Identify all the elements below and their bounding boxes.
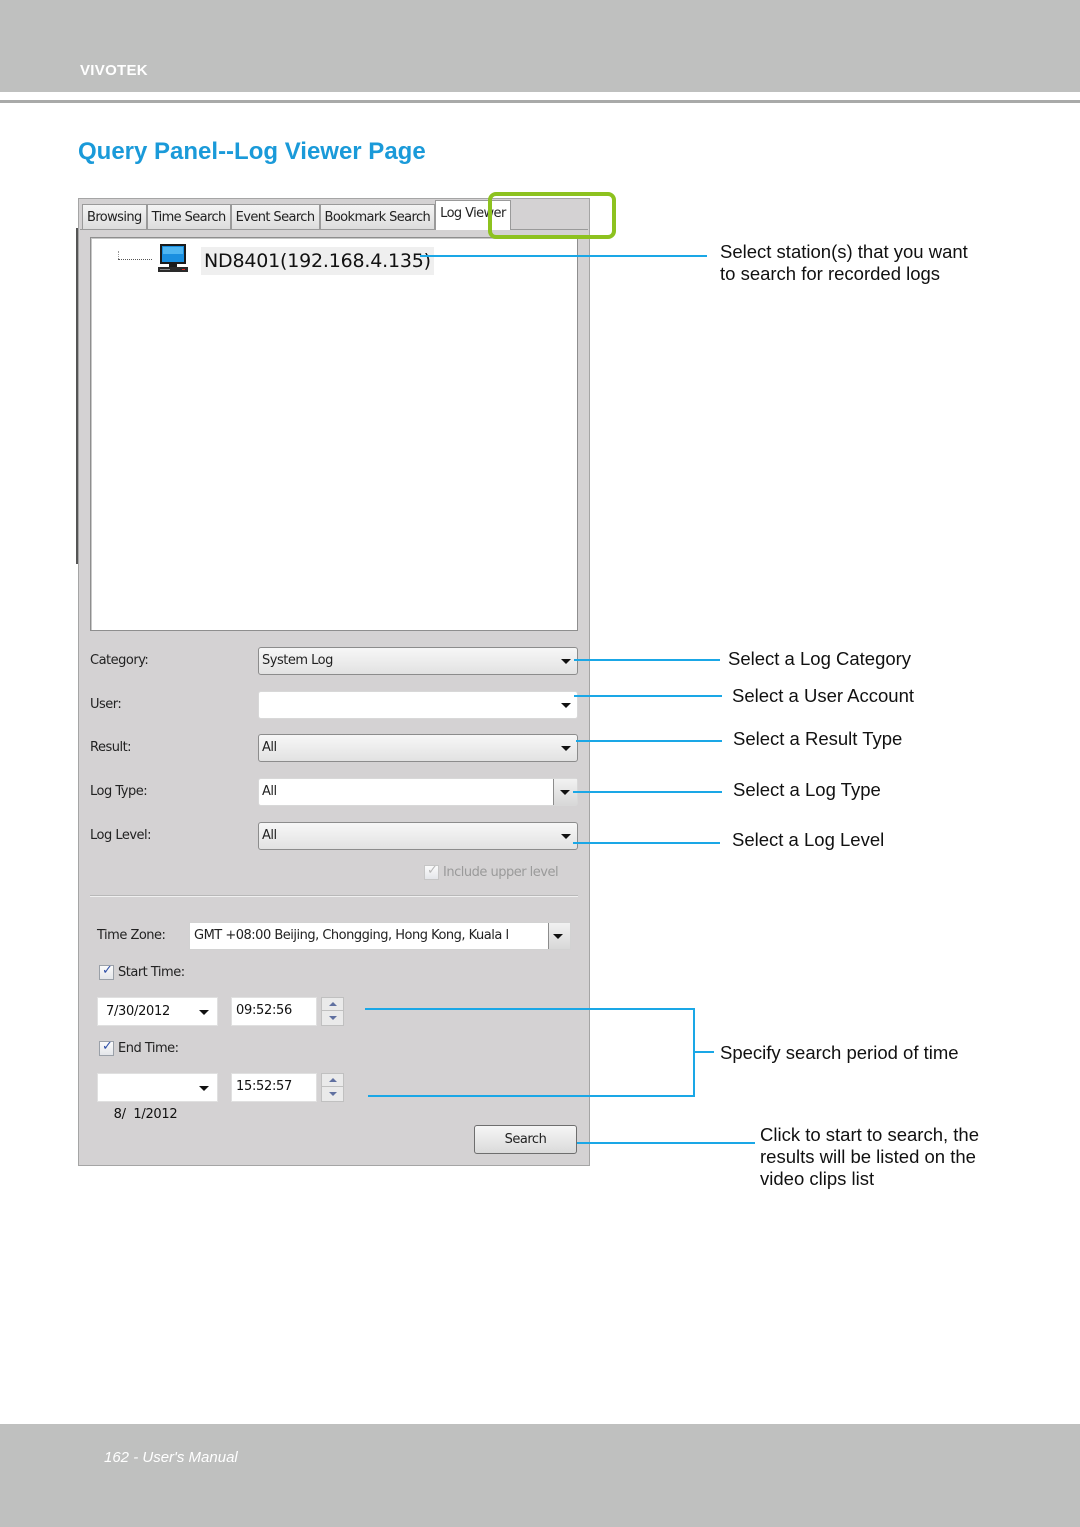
callout-user: Select a User Account bbox=[732, 685, 915, 706]
time-zone-label: Time Zone: bbox=[97, 928, 166, 943]
result-value: All bbox=[262, 740, 277, 755]
callout-line-search bbox=[577, 1142, 755, 1144]
header-divider bbox=[0, 100, 1080, 103]
start-time-checkbox[interactable]: Start Time: bbox=[99, 963, 185, 980]
search-button[interactable]: Search bbox=[474, 1125, 577, 1154]
tab-event-search[interactable]: Event Search bbox=[230, 204, 320, 230]
log-type-select[interactable]: All bbox=[258, 778, 578, 806]
chevron-down-icon bbox=[561, 703, 571, 708]
spin-down-icon[interactable] bbox=[322, 1012, 343, 1025]
section-divider bbox=[90, 895, 578, 897]
start-date-value: 7/30/2012 bbox=[106, 1004, 170, 1019]
callout-line-station bbox=[420, 255, 707, 257]
end-time-checkbox[interactable]: End Time: bbox=[99, 1039, 179, 1056]
time-zone-value: GMT +08:00 Beijing, Chongging, Hong Kong… bbox=[194, 928, 509, 943]
spin-up-icon[interactable] bbox=[322, 1074, 343, 1087]
callout-line-category bbox=[574, 659, 720, 661]
chevron-down-icon bbox=[561, 834, 571, 839]
callout-category: Select a Log Category bbox=[728, 648, 912, 669]
callout-line-start-time bbox=[365, 1008, 695, 1010]
start-time-spinner[interactable] bbox=[321, 997, 344, 1026]
result-label: Result: bbox=[90, 740, 132, 755]
checkbox-icon bbox=[99, 1039, 114, 1056]
callout-line-log-type bbox=[573, 791, 722, 793]
checkbox-icon bbox=[424, 863, 439, 880]
result-select[interactable]: All bbox=[258, 734, 578, 762]
callout-line-end-time bbox=[368, 1095, 695, 1097]
user-select[interactable] bbox=[258, 691, 578, 719]
user-label: User: bbox=[90, 697, 122, 712]
callout-search-line-1: Click to start to search, the bbox=[760, 1124, 980, 1145]
end-date-value: 8/ 1/2012 bbox=[113, 1107, 178, 1122]
start-time-input[interactable]: 09:52:56 bbox=[231, 997, 317, 1026]
chevron-down-icon bbox=[199, 1086, 209, 1091]
chevron-down-icon bbox=[561, 659, 571, 664]
callout-log-type: Select a Log Type bbox=[733, 779, 881, 800]
include-upper-level-label: Include upper level bbox=[443, 865, 559, 880]
monitor-icon[interactable] bbox=[157, 243, 189, 273]
chevron-down-icon bbox=[561, 746, 571, 751]
category-select[interactable]: System Log bbox=[258, 647, 578, 675]
page-title: Query Panel--Log Viewer Page bbox=[78, 138, 426, 165]
brand-logo: VIVOTEK bbox=[80, 62, 148, 79]
log-level-select[interactable]: All bbox=[258, 822, 578, 850]
tab-time-search[interactable]: Time Search bbox=[146, 204, 231, 230]
callout-station-line-2: to search for recorded logs bbox=[720, 263, 941, 284]
log-level-label: Log Level: bbox=[90, 828, 152, 843]
callout-station: Select station(s) that you want to searc… bbox=[720, 241, 968, 285]
checkbox-icon bbox=[99, 963, 114, 980]
callout-line-log-level bbox=[573, 842, 720, 844]
category-label: Category: bbox=[90, 653, 149, 668]
spin-down-icon[interactable] bbox=[322, 1088, 343, 1101]
callout-line-period bbox=[694, 1051, 714, 1053]
station-item[interactable]: ND8401(192.168.4.135) bbox=[201, 247, 434, 275]
page-footer: 162 - User's Manual bbox=[104, 1449, 238, 1466]
chevron-down-icon bbox=[560, 790, 570, 795]
tree-connector bbox=[118, 259, 152, 260]
log-type-label: Log Type: bbox=[90, 784, 148, 799]
dropdown-button[interactable] bbox=[548, 923, 570, 949]
callout-line-user bbox=[574, 695, 722, 697]
end-date-picker[interactable]: 8/ 1/2012 bbox=[97, 1073, 218, 1122]
callout-result: Select a Result Type bbox=[733, 728, 903, 749]
tab-browsing[interactable]: Browsing bbox=[82, 204, 147, 230]
station-tree[interactable] bbox=[90, 237, 578, 631]
log-level-value: All bbox=[262, 828, 277, 843]
callout-period: Specify search period of time bbox=[720, 1042, 959, 1063]
include-upper-level-checkbox[interactable]: Include upper level bbox=[424, 863, 559, 880]
end-time-label: End Time: bbox=[118, 1041, 179, 1056]
callout-station-line-1: Select station(s) that you want bbox=[720, 241, 968, 262]
log-type-value: All bbox=[262, 784, 277, 799]
end-time-input[interactable]: 15:52:57 bbox=[231, 1073, 317, 1102]
category-value: System Log bbox=[262, 653, 333, 668]
tab-bookmark-search[interactable]: Bookmark Search bbox=[319, 204, 436, 230]
tab-bar: Browsing Time Search Event Search Bookma… bbox=[82, 200, 511, 230]
time-zone-select[interactable]: GMT +08:00 Beijing, Chongging, Hong Kong… bbox=[189, 922, 571, 950]
callout-log-level: Select a Log Level bbox=[732, 829, 885, 850]
start-time-label: Start Time: bbox=[118, 965, 185, 980]
start-date-picker[interactable]: 7/30/2012 bbox=[97, 997, 218, 1026]
log-viewer-tab-highlight bbox=[488, 192, 616, 239]
callout-search: Click to start to search, the results wi… bbox=[760, 1124, 979, 1190]
header-band: VIVOTEK bbox=[0, 0, 1080, 92]
spin-up-icon[interactable] bbox=[322, 998, 343, 1011]
tree-connector bbox=[118, 251, 119, 259]
callout-search-line-3: video clips list bbox=[760, 1168, 875, 1189]
chevron-down-icon bbox=[553, 934, 563, 939]
callout-search-line-2: results will be listed on the bbox=[760, 1146, 976, 1167]
callout-line-result bbox=[576, 740, 722, 742]
chevron-down-icon bbox=[199, 1010, 209, 1015]
footer-band: 162 - User's Manual bbox=[0, 1424, 1080, 1527]
end-time-spinner[interactable] bbox=[321, 1073, 344, 1102]
